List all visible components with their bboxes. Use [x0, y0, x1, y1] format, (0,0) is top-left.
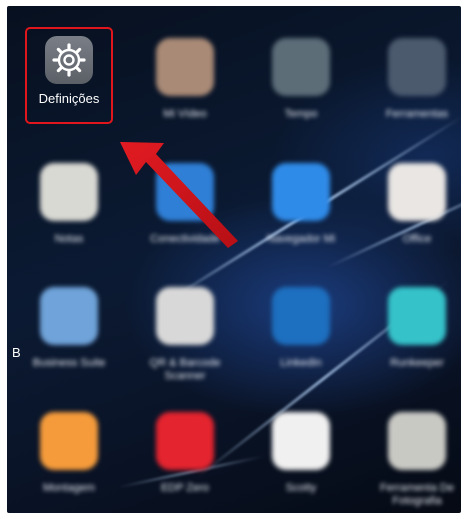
app-label: Conectividade: [150, 233, 220, 245]
app-label: Tempo: [284, 108, 318, 120]
app-conectividade[interactable]: Conectividade: [130, 163, 240, 246]
app-mi-v-deo[interactable]: Mi Vídeo: [130, 38, 240, 121]
cloud-icon: [272, 38, 330, 96]
app-office[interactable]: Office: [362, 163, 467, 246]
app-label: EDP Zero: [160, 482, 210, 494]
image-icon: [40, 412, 98, 470]
app-notas[interactable]: Notas: [14, 163, 124, 246]
app-label: Ferramentas: [385, 108, 449, 120]
app-label: LinkedIn: [280, 357, 322, 369]
link-icon: [156, 163, 214, 221]
app-navegador-mi[interactable]: Navegador Mi: [246, 163, 356, 246]
business-icon: [40, 287, 98, 345]
ring-icon: [156, 412, 214, 470]
app-runkeeper[interactable]: Runkeeper: [362, 287, 467, 370]
qr-icon: [156, 287, 214, 345]
highlight-box: [25, 27, 113, 124]
app-label: Business Suite: [32, 357, 106, 369]
app-label: Runkeeper: [390, 357, 444, 369]
app-label: Ferramenta De Fotografia: [380, 482, 454, 507]
tools-icon: [388, 38, 446, 96]
app-business-suite[interactable]: Business Suite: [14, 287, 124, 370]
app-qr-barcode-scanner[interactable]: QR & Barcode Scanner: [130, 287, 240, 383]
app-ferramenta-de-fotografia[interactable]: Ferramenta De Fotografia: [362, 412, 467, 508]
office-icon: [388, 163, 446, 221]
linkedin-icon: [272, 287, 330, 345]
app-scotty[interactable]: Scotty: [246, 412, 356, 495]
app-linkedin[interactable]: LinkedIn: [246, 287, 356, 370]
app-label: Notas: [54, 233, 84, 245]
runner-icon: [388, 287, 446, 345]
browser-icon: [272, 163, 330, 221]
app-montagem[interactable]: Montagem: [14, 412, 124, 495]
note-icon: [40, 163, 98, 221]
aperture-icon: [388, 412, 446, 470]
stray-letter: B: [12, 345, 21, 360]
app-label: Mi Vídeo: [163, 108, 207, 120]
app-label: Scotty: [285, 482, 317, 494]
app-label: Navegador Mi: [266, 233, 336, 245]
app-label: QR & Barcode Scanner: [149, 357, 221, 382]
app-label: Montagem: [43, 482, 95, 494]
app-tempo[interactable]: Tempo: [246, 38, 356, 121]
play-icon: [156, 38, 214, 96]
app-label: Office: [402, 233, 432, 245]
app-ferramentas[interactable]: Ferramentas: [362, 38, 467, 121]
app-edp-zero[interactable]: EDP Zero: [130, 412, 240, 495]
scotty-icon: [272, 412, 330, 470]
